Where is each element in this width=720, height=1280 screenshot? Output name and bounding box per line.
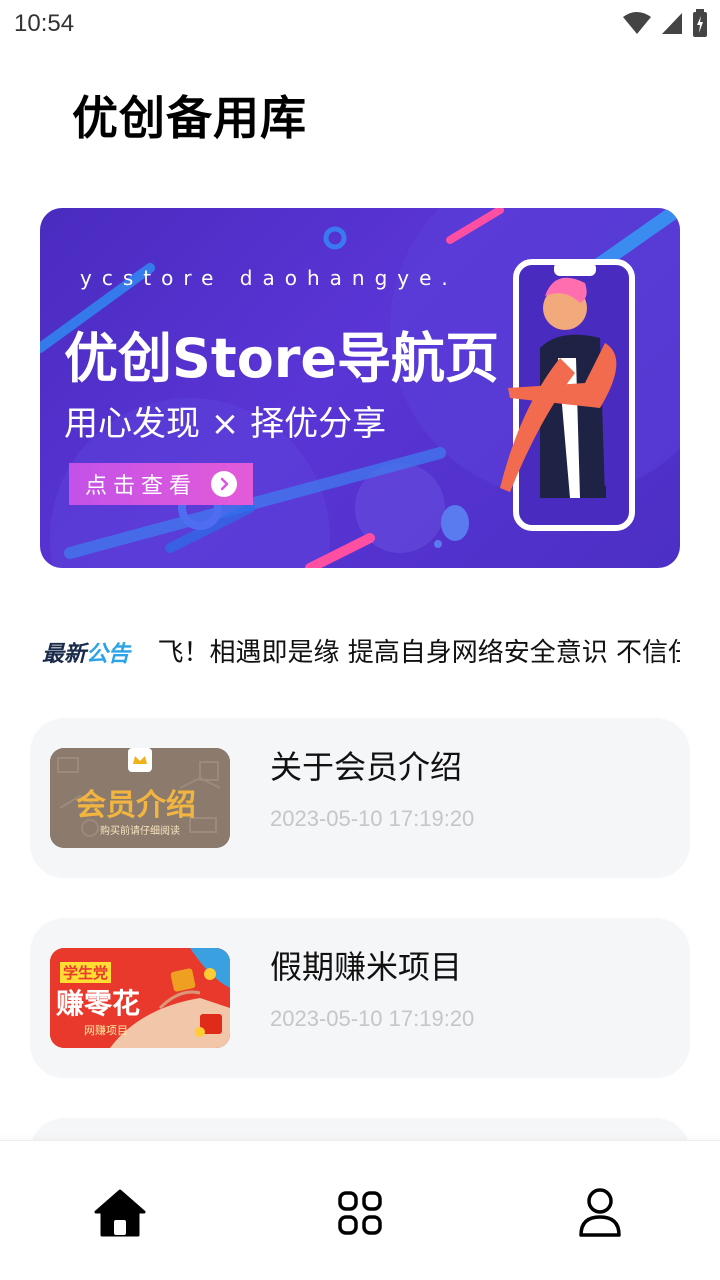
nav-home[interactable] <box>90 1185 150 1245</box>
article-title: 假期赚米项目 <box>270 948 463 986</box>
article-card[interactable]: 会员介绍 购买前请仔细阅读 关于会员介绍 2023-05-10 17:19:20 <box>30 718 690 878</box>
status-time: 10:54 <box>14 10 75 37</box>
article-date: 2023-05-10 17:19:20 <box>270 1006 475 1031</box>
notice-text: 飞！相遇即是缘 提高自身网络安全意识 不信任 <box>158 638 680 668</box>
article-card[interactable]: 学生党 赚零花 网赚项目 假期赚米项目 2023-05-10 17:19:20 <box>30 918 690 1078</box>
thumbnail-title: 赚零花 <box>56 987 141 1020</box>
article-thumbnail: 会员介绍 购买前请仔细阅读 <box>50 748 230 848</box>
status-icons <box>622 9 708 41</box>
article-title: 关于会员介绍 <box>270 748 463 786</box>
signal-icon <box>660 11 684 39</box>
article-thumbnail: 学生党 赚零花 网赚项目 <box>50 948 230 1048</box>
banner-view-button-label: 点击查看 <box>85 474 198 499</box>
home-icon <box>94 1188 146 1242</box>
notice-badge-part1: 最新 <box>42 642 87 667</box>
banner-title: 优创Store导航页 <box>64 327 500 390</box>
wifi-icon <box>622 11 652 39</box>
nav-profile[interactable] <box>570 1185 630 1245</box>
nav-apps[interactable] <box>330 1185 390 1245</box>
thumbnail-title: 会员介绍 <box>76 788 196 823</box>
thumbnail-subtitle: 购买前请仔细阅读 <box>100 826 180 837</box>
notice-badge: 最新公告 <box>42 636 130 668</box>
page-title: 优创备用库 <box>72 91 307 145</box>
notice-marquee: 飞！相遇即是缘 提高自身网络安全意识 不信任 <box>158 632 680 668</box>
thumbnail-tag: 学生党 <box>60 962 112 983</box>
status-bar: 10:54 <box>0 0 720 50</box>
article-date: 2023-05-10 17:19:20 <box>270 806 475 831</box>
battery-charging-icon <box>692 9 708 41</box>
notice-bar[interactable]: 最新公告 飞！相遇即是缘 提高自身网络安全意识 不信任 <box>40 628 680 672</box>
promo-banner[interactable]: ycstore daohangye. 优创Store导航页 用心发现 × 择优分… <box>40 208 680 568</box>
profile-icon <box>578 1187 622 1243</box>
chevron-right-icon <box>211 471 237 497</box>
bottom-navigation <box>0 1140 720 1280</box>
banner-subtitle: ycstore daohangye. <box>80 266 458 290</box>
banner-view-button[interactable]: 点击查看 <box>69 463 253 505</box>
thumbnail-subtitle: 网赚项目 <box>84 1024 128 1037</box>
notice-badge-part2: 公告 <box>86 642 131 667</box>
banner-tagline: 用心发现 × 择优分享 <box>64 404 387 444</box>
apps-grid-icon <box>337 1190 383 1240</box>
